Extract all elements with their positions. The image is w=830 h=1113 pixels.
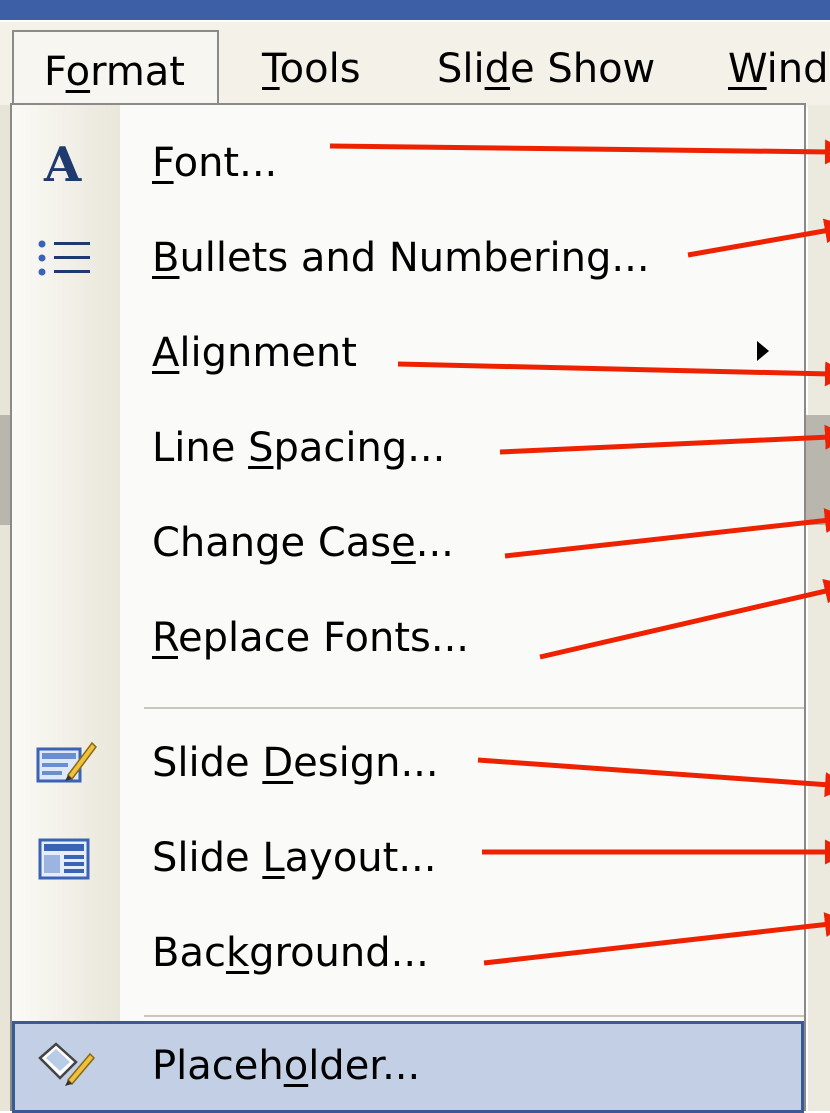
menu-item-line-spacing[interactable]: Line Spacing... [12, 402, 804, 497]
menu-item-slide-design[interactable]: Slide Design... [12, 717, 804, 812]
placeholder-icon [34, 1036, 98, 1096]
menu-bar: Format Tools Slide Show Wind [0, 20, 830, 112]
menu-item-label: Placeholder... [152, 1043, 421, 1089]
menu-item-label: Change Case... [152, 520, 454, 566]
slide-layout-icon [34, 830, 98, 890]
menu-item-bullets-numbering[interactable]: Bullets and Numbering... [12, 212, 804, 307]
menu-item-placeholder[interactable]: Placeholder... [12, 1021, 804, 1113]
menu-separator [144, 707, 804, 709]
menu-item-alignment[interactable]: Alignment [12, 307, 804, 402]
menu-item-label: Line Spacing... [152, 425, 446, 471]
menu-format[interactable]: Format [12, 30, 219, 112]
svg-text:A: A [43, 137, 82, 193]
menu-item-label: Background... [152, 930, 429, 976]
menu-item-label: Font... [152, 140, 278, 186]
menu-item-font[interactable]: A Font... [12, 117, 804, 212]
slide-design-icon [34, 735, 98, 795]
menu-item-slide-layout[interactable]: Slide Layout... [12, 812, 804, 907]
menu-item-label: Replace Fonts... [152, 615, 470, 661]
menu-item-replace-fonts[interactable]: Replace Fonts... [12, 592, 804, 687]
menu-tools[interactable]: Tools [262, 44, 361, 94]
background-window-edge-right [808, 105, 830, 1111]
menu-window[interactable]: Wind [728, 44, 829, 94]
menu-item-label: Alignment [152, 330, 357, 376]
menu-separator [144, 1015, 804, 1017]
bullets-icon [34, 230, 98, 290]
menu-slide-show[interactable]: Slide Show [437, 44, 655, 94]
submenu-arrow-icon [757, 341, 769, 361]
menu-item-background[interactable]: Background... [12, 907, 804, 1002]
title-bar-strip [0, 0, 830, 20]
format-dropdown-menu: A Font... Bullets and Numbering... Align… [10, 103, 806, 1113]
menu-item-label: Slide Design... [152, 740, 439, 786]
menu-item-change-case[interactable]: Change Case... [12, 497, 804, 592]
menu-item-label: Slide Layout... [152, 835, 437, 881]
font-a-icon: A [34, 135, 98, 195]
menu-item-label: Bullets and Numbering... [152, 235, 650, 281]
